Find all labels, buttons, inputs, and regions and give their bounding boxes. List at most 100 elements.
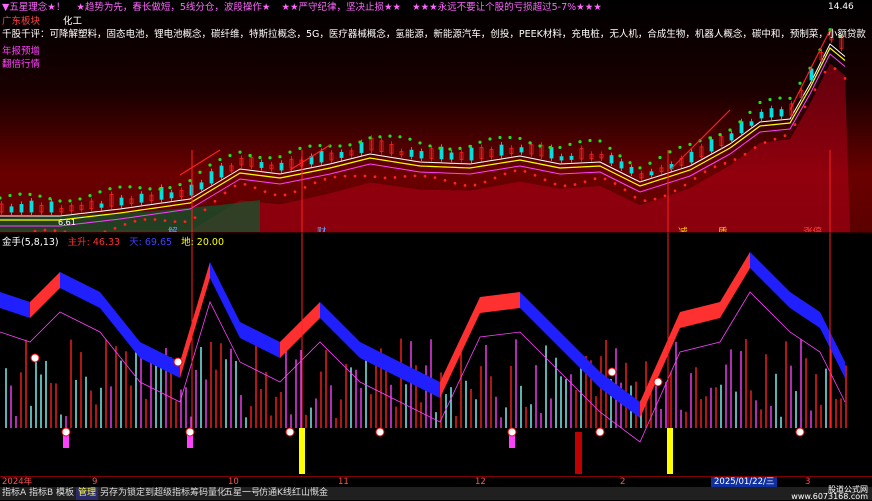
resistance-dot-red xyxy=(514,170,517,173)
resistance-dot-red xyxy=(204,208,207,211)
support-dot-green xyxy=(218,158,221,161)
support-dot-green xyxy=(428,144,431,147)
slogan-part-3: ★★严守纪律，坚决止损★★ xyxy=(281,2,401,13)
resistance-dot-red xyxy=(434,176,437,179)
resistance-dot-red xyxy=(364,175,367,178)
candle-body xyxy=(420,151,423,158)
tab-five-star-one[interactable]: 五星一号 xyxy=(222,487,262,500)
support-dot-green xyxy=(448,148,451,151)
tab-kline[interactable]: 仿通K线 xyxy=(257,487,294,500)
support-dot-green xyxy=(208,163,211,166)
oscillator-band xyxy=(240,322,280,358)
annotation-preannounce: 年报预增 xyxy=(2,43,40,57)
resistance-dot-red xyxy=(654,198,657,201)
candle-body xyxy=(210,172,213,183)
support-dot-green xyxy=(308,145,311,148)
candle-body xyxy=(340,152,343,157)
oscillator-band xyxy=(60,272,100,308)
resistance-dot-red xyxy=(574,183,577,186)
resistance-dot-red xyxy=(694,177,697,180)
support-dot-green xyxy=(378,135,381,138)
signal-circle xyxy=(186,428,194,436)
resistance-dot-red xyxy=(824,71,827,74)
support-dot-green xyxy=(388,135,391,138)
signal-circle xyxy=(654,378,662,386)
resistance-dot-red xyxy=(614,182,617,185)
support-dot-green xyxy=(258,156,261,159)
tab-indicator-a[interactable]: 指标A xyxy=(0,487,28,500)
price-chart-panel[interactable]: ▼五星理念★！ ★趋势为先，春长做短，5线分仓，波段操作★ ★★严守纪律，坚决止… xyxy=(0,0,872,232)
candle-body xyxy=(810,69,813,80)
tab-indicator-b[interactable]: 指标B xyxy=(27,487,55,500)
support-dot-green xyxy=(168,186,171,189)
signal-circle xyxy=(62,428,70,436)
resistance-dot-red xyxy=(474,184,477,187)
resistance-dot-red xyxy=(214,200,217,203)
support-dot-green xyxy=(668,150,671,153)
resistance-dot-red xyxy=(234,185,237,188)
resistance-dot-red xyxy=(414,175,417,178)
oscillator-band xyxy=(750,252,790,308)
resistance-dot-red xyxy=(524,170,527,173)
resistance-dot-red xyxy=(704,170,707,173)
resistance-dot-red xyxy=(344,175,347,178)
resistance-dot-red xyxy=(394,176,397,179)
sector-value: 化工 xyxy=(63,16,82,27)
resistance-dot-red xyxy=(164,219,167,222)
tab-super-indicator[interactable]: 超级指标 xyxy=(152,487,192,500)
support-dot-green xyxy=(298,147,301,150)
support-dot-green xyxy=(728,128,731,131)
support-dot-green xyxy=(28,193,31,196)
resistance-dot-red xyxy=(634,196,637,199)
candle-body xyxy=(260,162,263,167)
support-dot-green xyxy=(418,141,421,144)
resistance-dot-red xyxy=(374,175,377,178)
candle-body xyxy=(50,202,53,212)
support-dot-green xyxy=(638,166,641,169)
tab-manage[interactable]: 管理 xyxy=(76,487,98,500)
support-dot-green xyxy=(18,193,21,196)
support-dot-green xyxy=(558,146,561,149)
concepts-label: 千股千评： xyxy=(2,29,50,40)
resistance-dot-red xyxy=(384,176,387,179)
support-dot-green xyxy=(118,185,121,188)
bottom-tab-bar: 指标A 指标B 模板 管理 另存为 锁定到 超级指标 筹码量化 五星一号 仿通K… xyxy=(0,487,872,500)
support-dot-green xyxy=(598,139,601,142)
site-watermark: 股道公式网 www.6073168.com xyxy=(791,486,868,500)
candle-body xyxy=(570,156,573,159)
support-dot-green xyxy=(98,190,101,193)
oscillator-band xyxy=(820,312,845,378)
support-dot-green xyxy=(48,197,51,200)
signal-label-4: 质 xyxy=(718,224,728,232)
candle-body xyxy=(520,148,523,152)
slogan-part-1: ▼五星理念★！ xyxy=(2,2,65,13)
resistance-dot-red xyxy=(224,192,227,195)
indicator-panel[interactable]: 金手(5,8,13) 主升: 46.33 天: 69.65 地: 20.00 xyxy=(0,232,872,476)
tab-template[interactable]: 模板 xyxy=(54,487,76,500)
resistance-dot-red xyxy=(254,186,257,189)
support-dot-green xyxy=(238,151,241,154)
resistance-dot-red xyxy=(294,190,297,193)
trend-arrow xyxy=(290,145,330,170)
support-dot-green xyxy=(688,143,691,146)
resistance-dot-red xyxy=(444,179,447,182)
support-dot-green xyxy=(58,199,61,202)
resistance-dot-red xyxy=(334,176,337,179)
candle-body xyxy=(730,134,733,140)
tab-hongshan[interactable]: 红山慨金 xyxy=(290,487,330,500)
support-dot-green xyxy=(548,146,551,149)
resistance-dot-red xyxy=(594,177,597,180)
signal-circle xyxy=(508,428,516,436)
candle-body xyxy=(560,157,563,160)
support-dot-green xyxy=(398,135,401,138)
support-dot-green xyxy=(618,154,621,157)
resistance-dot-red xyxy=(154,218,157,221)
support-dot-green xyxy=(368,136,371,139)
resistance-dot-red xyxy=(624,188,627,191)
support-dot-green xyxy=(0,196,2,199)
support-dot-green xyxy=(248,154,251,157)
support-dot-green xyxy=(478,141,481,144)
candle-body xyxy=(450,153,453,159)
support-dot-green xyxy=(158,187,161,190)
oscillator-band xyxy=(480,292,520,313)
